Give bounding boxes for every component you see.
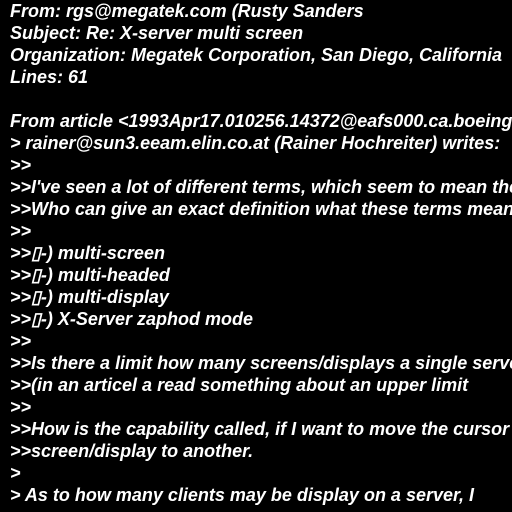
- quote-list-item: >>▯-) multi-screen: [10, 243, 165, 263]
- header-from-line: From: rgs@megatek.com (Rusty Sanders: [10, 1, 364, 21]
- header-subject-line: Subject: Re: X-server multi screen: [10, 23, 304, 43]
- header-lines-count: Lines: 61: [10, 67, 89, 87]
- quote-line: >>: [10, 221, 32, 241]
- quote-line: >>: [10, 155, 32, 175]
- quote-list-item: >>▯-) multi-headed: [10, 265, 170, 285]
- quote-line: >>: [10, 397, 32, 417]
- quoted-article-line: From article <1993Apr17.010256.14372@eaf…: [10, 111, 512, 131]
- header-organization-line: Organization: Megatek Corporation, San D…: [10, 45, 503, 65]
- quote-line: >>(in an articel a read something about …: [10, 375, 469, 395]
- quote-line: >>I've seen a lot of different terms, wh…: [10, 177, 512, 197]
- quote-line: >>Is there a limit how many screens/disp…: [10, 353, 512, 373]
- quote-line: >>How is the capability called, if I wan…: [10, 419, 510, 439]
- email-document: From: rgs@megatek.com (Rusty Sanders Sub…: [0, 0, 512, 512]
- quote-list-item: >>▯-) X-Server zaphod mode: [10, 309, 253, 329]
- quote-line: >>: [10, 331, 32, 351]
- quote-list-item: >>▯-) multi-display: [10, 287, 169, 307]
- quote-line: > As to how many clients may be display …: [10, 485, 475, 505]
- quote-line: >>screen/display to another.: [10, 441, 254, 461]
- quote-line: >: [10, 463, 21, 483]
- quote-attribution-line: > rainer@sun3.eeam.elin.co.at (Rainer Ho…: [10, 133, 501, 153]
- quote-line: >>Who can give an exact definition what …: [10, 199, 512, 219]
